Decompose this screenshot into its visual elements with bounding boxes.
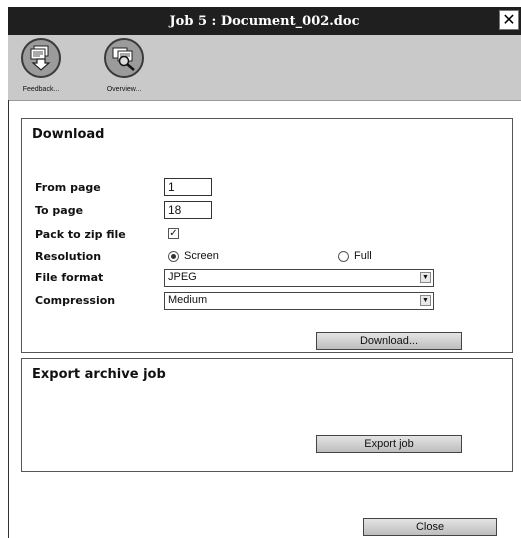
export-heading: Export archive job (32, 367, 166, 382)
from-page-input[interactable]: 1 (164, 178, 212, 196)
resolution-full-label: Full (354, 250, 372, 262)
resolution-label: Resolution (35, 250, 102, 263)
compression-select[interactable]: Medium ▼ (164, 292, 434, 310)
download-panel: Download From page 1 To page 18 Pack to … (21, 118, 513, 353)
overview-button[interactable]: Overview... (98, 38, 150, 98)
compression-value: Medium (168, 294, 208, 306)
overview-label: Overview... (106, 86, 142, 93)
resolution-full-radio[interactable]: Full (338, 250, 372, 262)
download-heading: Download (32, 127, 105, 142)
close-window-button[interactable]: ✕ (499, 10, 519, 30)
file-format-label: File format (35, 271, 104, 284)
zip-checkbox[interactable]: ✓ (168, 228, 179, 239)
chevron-down-icon: ▼ (420, 295, 431, 306)
close-icon: ✕ (502, 10, 516, 29)
export-job-button[interactable]: Export job (316, 435, 462, 453)
window-titlebar: Job 5 : Document_002.doc ✕ (8, 7, 521, 35)
toolbar: Feedback... Overview... (8, 35, 521, 101)
zip-label: Pack to zip file (35, 228, 126, 241)
feedback-button[interactable]: Feedback... (15, 38, 67, 98)
resolution-screen-radio[interactable]: Screen (168, 250, 219, 262)
feedback-label: Feedback... (22, 86, 60, 93)
to-page-label: To page (35, 204, 84, 217)
file-format-value: JPEG (168, 271, 197, 283)
radio-selected-icon (168, 250, 179, 262)
download-button[interactable]: Download... (316, 332, 462, 350)
chevron-down-icon: ▼ (420, 272, 431, 283)
compression-label: Compression (35, 294, 116, 307)
close-button[interactable]: Close (363, 518, 497, 536)
from-page-label: From page (35, 181, 101, 194)
overview-magnifier-icon (104, 38, 144, 78)
resolution-screen-label: Screen (184, 250, 219, 262)
radio-unselected-icon (338, 250, 349, 262)
file-format-select[interactable]: JPEG ▼ (164, 269, 434, 287)
to-page-input[interactable]: 18 (164, 201, 212, 219)
feedback-download-icon (21, 38, 61, 78)
window-title: Job 5 : Document_002.doc (169, 13, 360, 29)
export-panel: Export archive job Export job (21, 358, 513, 472)
main-content: Download From page 1 To page 18 Pack to … (8, 100, 521, 538)
